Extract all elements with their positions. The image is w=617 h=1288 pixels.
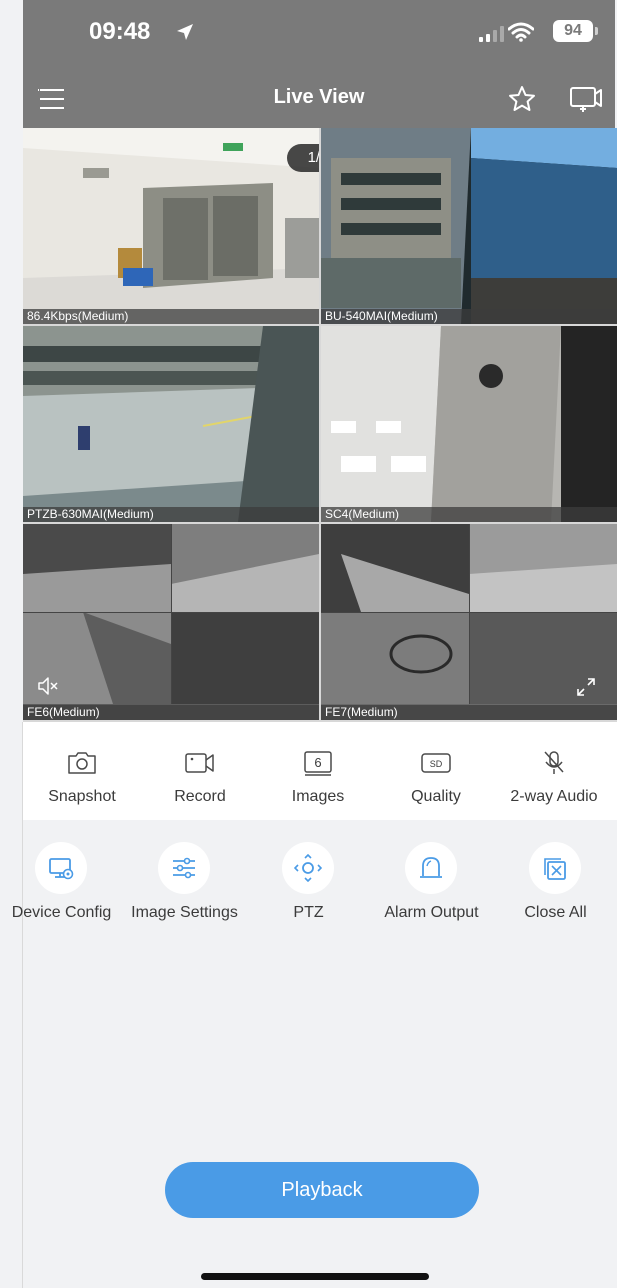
fullscreen-expand-icon[interactable] [575, 676, 597, 698]
images-count-icon: 6 [304, 751, 332, 776]
action-shortcuts: Device Config Image Settings PTZ Alarm O… [0, 842, 617, 932]
record-button[interactable]: Record [141, 722, 259, 820]
images-count-text: 6 [314, 755, 321, 770]
camera-feed-ceiling-corner [321, 326, 617, 522]
star-icon[interactable] [507, 84, 537, 114]
home-indicator[interactable] [201, 1273, 429, 1280]
images-label: Images [291, 788, 345, 805]
snapshot-label: Snapshot [48, 788, 116, 805]
close-all-label: Close All [524, 904, 587, 921]
live-toolbar: Snapshot Record 6 Images SD Quality 2-wa… [23, 722, 617, 820]
battery-indicator: 94 [553, 20, 593, 42]
camera-icon [68, 752, 96, 774]
alarm-output-circle [405, 842, 457, 894]
camera-caption: 86.4Kbps(Medium) [23, 309, 319, 324]
close-all-icon [544, 858, 566, 880]
ptz-button[interactable]: PTZ [247, 842, 370, 932]
cellular-signal-icon [479, 26, 504, 42]
camera-caption: FE6(Medium) [23, 705, 319, 720]
camera-caption: BU-540MAI(Medium) [321, 309, 617, 324]
camera-tile-3[interactable]: PTZB-630MAI(Medium) [23, 326, 319, 522]
status-time: 09:48 [89, 18, 151, 45]
status-bar: 09:48 94 [23, 0, 615, 78]
camera-tile-6[interactable]: FE7(Medium) [321, 524, 617, 720]
device-config-button[interactable]: Device Config [0, 842, 123, 932]
camera-tile-1[interactable]: 1/2 86.4Kbps(Medium) [23, 128, 319, 324]
alarm-output-button[interactable]: Alarm Output [370, 842, 493, 932]
wifi-icon [508, 22, 534, 42]
quad-divider-vertical [171, 524, 172, 704]
camera-tile-4[interactable]: SC4(Medium) [321, 326, 617, 522]
close-all-button[interactable]: Close All [494, 842, 617, 932]
battery-tip [595, 27, 598, 35]
images-button[interactable]: 6 Images [259, 722, 377, 820]
snapshot-button[interactable]: Snapshot [23, 722, 141, 820]
quality-badge-text: SD [430, 759, 443, 769]
camera-tile-2[interactable]: BU-540MAI(Medium) [321, 128, 617, 324]
quality-label: Quality [411, 788, 461, 805]
ptz-circle [282, 842, 334, 894]
quality-button[interactable]: SD Quality [377, 722, 495, 820]
two-way-audio-label: 2-way Audio [510, 788, 598, 805]
alarm-icon [420, 857, 442, 878]
microphone-off-icon [544, 751, 564, 774]
record-label: Record [174, 788, 226, 805]
live-view-screen: 09:48 94 Live View 1 86.4Kbps(Medium) BU… [0, 0, 617, 1288]
quad-divider-horizontal [321, 612, 617, 613]
camera-caption: FE7(Medium) [321, 705, 617, 720]
ptz-icon [294, 854, 322, 882]
camera-caption: SC4(Medium) [321, 507, 617, 522]
quad-divider-horizontal [23, 612, 319, 613]
sliders-icon [173, 857, 195, 879]
playback-button[interactable]: Playback [165, 1162, 479, 1218]
quality-icon: SD [421, 753, 451, 773]
panel-left-edge [22, 722, 23, 1288]
camera-feed-office-door [23, 128, 319, 324]
image-settings-button[interactable]: Image Settings [123, 842, 246, 932]
camera-feed-building-window [321, 128, 617, 324]
close-all-circle [529, 842, 581, 894]
camera-tile-5[interactable]: FE6(Medium) [23, 524, 319, 720]
speaker-muted-icon[interactable] [37, 676, 59, 696]
two-way-audio-button[interactable]: 2-way Audio [495, 722, 613, 820]
image-settings-circle [158, 842, 210, 894]
device-config-icon [49, 858, 74, 880]
nav-bar: Live View [23, 78, 615, 128]
screen-add-icon[interactable] [569, 84, 603, 114]
live-view-grid: 1/2 86.4Kbps(Medium) BU-540MAI(Medium) [23, 128, 617, 722]
camera-caption: PTZB-630MAI(Medium) [23, 507, 319, 522]
page-indicator: 1/2 [287, 144, 319, 172]
video-icon [185, 753, 214, 773]
camera-feed-street-window [23, 326, 319, 522]
device-config-circle [35, 842, 87, 894]
quad-divider-vertical [469, 524, 470, 704]
location-arrow-icon [177, 24, 193, 40]
